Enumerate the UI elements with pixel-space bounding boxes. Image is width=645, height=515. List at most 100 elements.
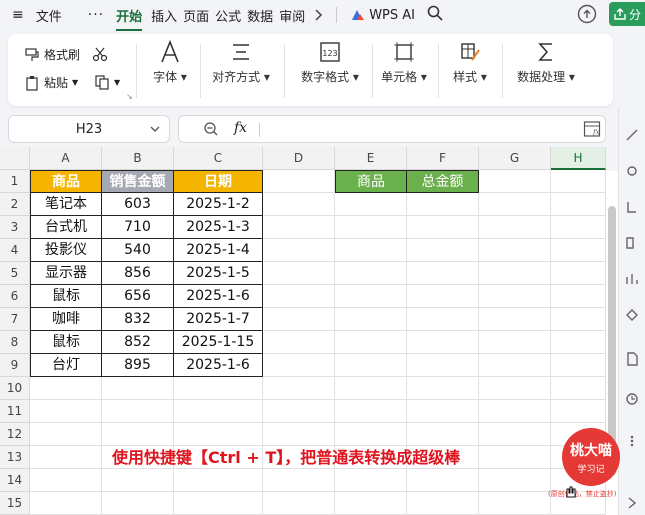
table-cell[interactable]: 台式机	[30, 216, 102, 239]
table-cell[interactable]: 显示器	[30, 262, 102, 285]
share-button[interactable]: 分	[609, 2, 645, 26]
table-cell[interactable]: 603	[102, 193, 174, 216]
table-cell[interactable]: 656	[102, 285, 174, 308]
cell-h5[interactable]	[551, 262, 606, 285]
table-cell[interactable]: 852	[102, 331, 174, 354]
table-header-cell[interactable]: 日期	[174, 170, 263, 193]
row-header-8[interactable]: 8	[0, 331, 30, 354]
tab-data[interactable]: 数据	[244, 6, 276, 25]
row-header-10[interactable]: 10	[0, 377, 30, 400]
cell-e3[interactable]	[335, 216, 407, 239]
cell-c10[interactable]	[174, 377, 263, 400]
table-cell[interactable]: 895	[102, 354, 174, 377]
table-cell[interactable]: 2025-1-6	[174, 354, 263, 377]
cell-d10[interactable]	[263, 377, 335, 400]
format-painter-button[interactable]: 格式刷	[24, 46, 80, 63]
table-header-cell[interactable]: 商品	[30, 170, 102, 193]
cell-f8[interactable]	[407, 331, 479, 354]
cell-h6[interactable]	[551, 285, 606, 308]
row-header-5[interactable]: 5	[0, 262, 30, 285]
cell-f6[interactable]	[407, 285, 479, 308]
fx-icon[interactable]: fx	[234, 120, 247, 136]
data-process-group-button[interactable]: 数据处理 ▾	[508, 40, 584, 85]
expand-formula-icon[interactable]: fx	[583, 120, 601, 142]
sidebar-doc-icon[interactable]	[625, 352, 639, 366]
row-header-7[interactable]: 7	[0, 308, 30, 331]
cell-h7[interactable]	[551, 308, 606, 331]
cell-g1[interactable]	[479, 170, 551, 193]
column-header-f[interactable]: F	[407, 147, 479, 170]
wps-ai-button[interactable]: WPS AI	[345, 8, 421, 23]
copy-button[interactable]: ▼	[94, 74, 120, 90]
more-menu-button[interactable]: ···	[82, 7, 110, 23]
cell-f9[interactable]	[407, 354, 479, 377]
row-header-11[interactable]: 11	[0, 400, 30, 423]
sidebar-collapse-icon[interactable]	[625, 496, 639, 510]
cell-f4[interactable]	[407, 239, 479, 262]
name-box[interactable]: H23	[8, 115, 170, 143]
table-cell[interactable]: 540	[102, 239, 174, 262]
cell-f3[interactable]	[407, 216, 479, 239]
cell-b10[interactable]	[102, 377, 174, 400]
table-cell[interactable]: 咖啡	[30, 308, 102, 331]
cell-e12[interactable]	[335, 423, 407, 446]
cell-e7[interactable]	[335, 308, 407, 331]
sidebar-shape-icon[interactable]	[625, 236, 639, 250]
cell-a13[interactable]	[30, 446, 102, 469]
cloud-sync-icon[interactable]	[577, 4, 597, 28]
cell-d14[interactable]	[263, 469, 335, 492]
cell-e4[interactable]	[335, 239, 407, 262]
cell-d2[interactable]	[263, 193, 335, 216]
column-header-e[interactable]: E	[335, 147, 407, 170]
cut-button[interactable]	[92, 46, 108, 62]
number-format-group-button[interactable]: 123 数字格式 ▾	[292, 40, 368, 85]
cell-e14[interactable]	[335, 469, 407, 492]
cell-f2[interactable]	[407, 193, 479, 216]
cell-g6[interactable]	[479, 285, 551, 308]
cell-a12[interactable]	[30, 423, 102, 446]
cell-d7[interactable]	[263, 308, 335, 331]
row-header-4[interactable]: 4	[0, 239, 30, 262]
cell-f10[interactable]	[407, 377, 479, 400]
cell-d4[interactable]	[263, 239, 335, 262]
table-cell[interactable]: 832	[102, 308, 174, 331]
cell-g9[interactable]	[479, 354, 551, 377]
cell-g4[interactable]	[479, 239, 551, 262]
tab-formula[interactable]: 公式	[212, 6, 244, 25]
cell-g13[interactable]	[479, 446, 551, 469]
cell-h3[interactable]	[551, 216, 606, 239]
tab-home[interactable]: 开始	[110, 6, 148, 31]
cell-g12[interactable]	[479, 423, 551, 446]
style-group-button[interactable]: 样式 ▾	[444, 40, 496, 85]
cell-f14[interactable]	[407, 469, 479, 492]
row-header-15[interactable]: 15	[0, 492, 30, 515]
cell-h8[interactable]	[551, 331, 606, 354]
sidebar-more-icon[interactable]	[625, 434, 639, 448]
sidebar-history-icon[interactable]	[625, 392, 639, 406]
table-cell[interactable]: 2025-1-5	[174, 262, 263, 285]
summary-header-cell[interactable]: 总金额	[407, 170, 479, 193]
table-cell[interactable]: 台灯	[30, 354, 102, 377]
cell-h1[interactable]	[551, 170, 606, 193]
cell-g14[interactable]	[479, 469, 551, 492]
cell-f11[interactable]	[407, 400, 479, 423]
table-cell[interactable]: 2025-1-6	[174, 285, 263, 308]
tab-insert[interactable]: 插入	[148, 6, 180, 25]
cell-d6[interactable]	[263, 285, 335, 308]
cell-d8[interactable]	[263, 331, 335, 354]
column-header-a[interactable]: A	[30, 147, 102, 170]
row-header-6[interactable]: 6	[0, 285, 30, 308]
cell-g3[interactable]	[479, 216, 551, 239]
tabs-scroll-right-icon[interactable]	[310, 4, 328, 26]
table-cell[interactable]: 710	[102, 216, 174, 239]
cell-e8[interactable]	[335, 331, 407, 354]
main-menu-icon[interactable]: ≡	[6, 7, 30, 23]
cell-c14[interactable]	[174, 469, 263, 492]
cell-group-button[interactable]: 单元格 ▾	[378, 40, 430, 85]
table-cell[interactable]: 2025-1-4	[174, 239, 263, 262]
cell-b15[interactable]	[102, 492, 174, 515]
cell-c12[interactable]	[174, 423, 263, 446]
row-header-13[interactable]: 13	[0, 446, 30, 469]
cell-e15[interactable]	[335, 492, 407, 515]
cell-h10[interactable]	[551, 377, 606, 400]
